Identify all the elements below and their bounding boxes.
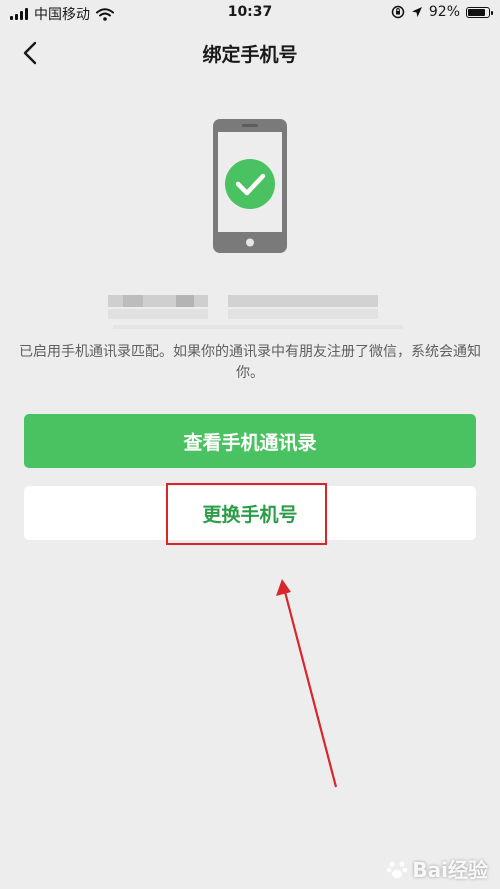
- annotation-highlight-box: [166, 483, 327, 545]
- navigation-bar: 绑定手机号: [0, 26, 500, 80]
- battery-icon: [466, 6, 493, 18]
- status-right: 92%: [391, 4, 493, 20]
- location-arrow-icon: [411, 7, 422, 17]
- watermark-logo: Bai经验: [386, 854, 488, 883]
- view-contacts-button[interactable]: 查看手机通讯录: [24, 414, 476, 468]
- orientation-lock-icon: [391, 5, 405, 19]
- battery-percentage: 92%: [428, 4, 460, 20]
- phone-check-icon: [213, 119, 287, 253]
- watermark-text: Bai经验: [412, 858, 488, 882]
- blurred-phone-number: [108, 295, 403, 337]
- contact-match-info: 已启用手机通讯录匹配。如果你的通讯录中有朋友注册了微信，系统会通知你。: [19, 344, 481, 381]
- status-bar: 中国移动 10:37 92%: [0, 0, 500, 26]
- page-title: 绑定手机号: [202, 44, 298, 66]
- check-circle: [225, 159, 275, 209]
- battery-level-fill: [468, 8, 485, 16]
- paw-icon: [387, 860, 408, 878]
